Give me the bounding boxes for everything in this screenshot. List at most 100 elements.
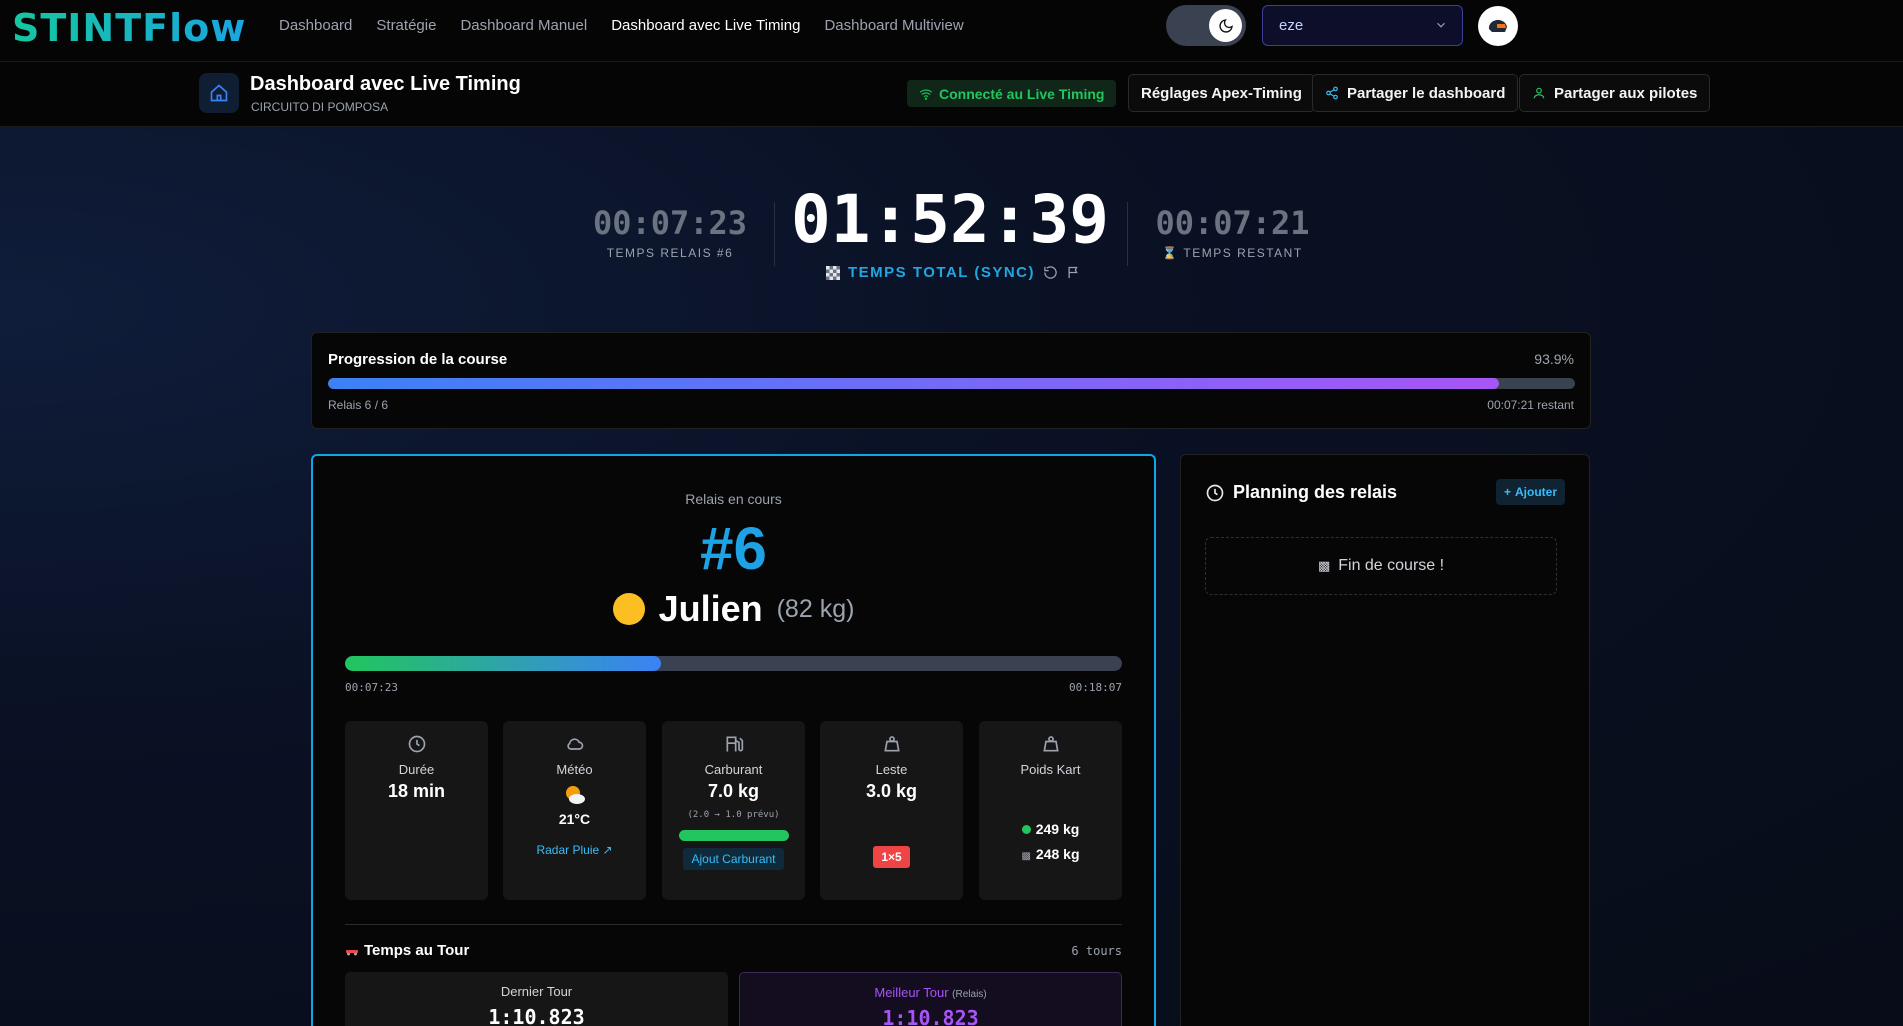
ballast-badge: 1×5: [873, 846, 910, 868]
share-drivers-label: Partager aux pilotes: [1554, 84, 1698, 102]
remaining-time-caption: ⌛ TEMPS RESTANT: [1150, 246, 1315, 260]
nav-link-dashboard-live-timing[interactable]: Dashboard avec Live Timing: [611, 17, 800, 34]
last-lap-value: 1:10.823: [488, 1005, 585, 1026]
share-icon: [1326, 86, 1338, 100]
stint-planned: 00:18:07: [1069, 681, 1122, 694]
remaining-timer: 00:07:21 ⌛ TEMPS RESTANT: [1150, 204, 1315, 260]
helmet-icon: [1488, 19, 1507, 32]
checkered-flag-icon: [826, 265, 840, 280]
race-finished-box: ▩ Fin de course !: [1205, 537, 1557, 595]
current-stint-number: #6: [700, 515, 767, 582]
plus-icon: +: [1503, 485, 1511, 499]
kart-weight-current-value: 249 kg: [1035, 821, 1080, 837]
kart-weight-target-value: 248 kg: [1035, 846, 1080, 862]
fuel-detail: (2.0 → 1.0 prévu): [687, 810, 780, 820]
flag-icon[interactable]: [1066, 265, 1081, 280]
kart-weight-target: ▩ 248 kg: [979, 842, 1122, 869]
total-time-label: TEMPS TOTAL (SYNC): [848, 264, 1036, 281]
driver-color-dot: [612, 593, 645, 625]
section-divider: [345, 924, 1122, 925]
duration-tile: Durée 18 min: [345, 721, 488, 900]
add-fuel-button[interactable]: Ajout Carburant: [683, 848, 784, 870]
fuel-label: Carburant: [704, 762, 763, 777]
race-progress-title: Progression de la course: [328, 351, 508, 368]
total-time-caption: TEMPS TOTAL (SYNC): [826, 264, 1081, 281]
best-lap-suffix: (Relais): [952, 989, 987, 1000]
team-select[interactable]: eze: [1262, 5, 1463, 46]
live-timing-status: Connecté au Live Timing: [907, 80, 1117, 107]
clock-icon: [1206, 484, 1224, 501]
race-progress-bar: [328, 378, 1575, 389]
fuel-pump-icon: [662, 734, 805, 756]
remaining-time-value: 00:07:21: [1155, 204, 1310, 242]
checkered-flag-icon: ▩: [1021, 851, 1031, 862]
race-progress-percent: 93.9%: [1534, 351, 1574, 367]
weather-label: Météo: [556, 762, 593, 777]
lap-times-title: Temps au Tour: [345, 942, 469, 959]
nav-link-dashboard-manuel[interactable]: Dashboard Manuel: [460, 17, 587, 34]
chevron-down-icon: [1434, 18, 1448, 36]
share-dashboard-label: Partager le dashboard: [1347, 84, 1506, 102]
kart-weight-values: 249 kg ▩ 248 kg: [979, 817, 1122, 869]
best-lap-value: 1:10.823: [882, 1006, 979, 1026]
kart-weight-label: Poids Kart: [1020, 762, 1081, 777]
hourglass-icon: ⌛: [1162, 246, 1179, 260]
stint-timer: 00:07:23 TEMPS RELAIS #6: [590, 204, 750, 260]
share-drivers-button[interactable]: Partager aux pilotes: [1519, 74, 1711, 112]
weather-temperature: 21°C: [558, 811, 591, 827]
nav-link-strategie[interactable]: Stratégie: [376, 17, 436, 34]
race-car-icon: [346, 949, 358, 955]
stint-progress-bar: [345, 656, 1122, 671]
duration-label: Durée: [398, 762, 435, 777]
duration-value: 18 min: [387, 781, 446, 801]
live-timing-status-label: Connecté au Live Timing: [939, 85, 1105, 102]
kart-weight-current: 249 kg: [979, 817, 1122, 842]
remaining-time-label: TEMPS RESTANT: [1183, 246, 1303, 260]
weight-icon: [979, 734, 1122, 756]
fuel-tile: Carburant 7.0 kg (2.0 → 1.0 prévu) Ajout…: [662, 721, 805, 900]
race-remaining: 00:07:21 restant: [1487, 398, 1574, 412]
stint-planning-card: Planning des relais + Ajouter ▩ Fin de c…: [1180, 454, 1590, 1026]
ballast-label: Leste: [875, 762, 908, 777]
add-stint-label: Ajouter: [1515, 485, 1557, 499]
stint-planning-title: Planning des relais: [1205, 482, 1397, 503]
driver-name: Julien: [658, 588, 763, 629]
current-stint-card: Relais en cours #6 Julien (82 kg) 00:07:…: [311, 454, 1156, 1026]
weight-icon: [820, 734, 963, 756]
add-stint-button[interactable]: + Ajouter: [1495, 479, 1565, 505]
cloud-icon: [503, 734, 646, 756]
apex-timing-settings-button[interactable]: Réglages Apex-Timing: [1128, 74, 1315, 112]
status-dot-icon: [1021, 825, 1031, 834]
stint-time-value: 00:07:23: [592, 204, 748, 242]
stint-progress-fill: [345, 656, 662, 671]
nav-link-dashboard-multiview[interactable]: Dashboard Multiview: [824, 17, 963, 34]
driver-weight: (82 kg): [776, 594, 855, 623]
home-button[interactable]: [199, 73, 239, 113]
stint-time-label: TEMPS RELAIS #6: [606, 246, 734, 260]
lap-count: 6 tours: [1071, 944, 1122, 958]
timer-divider-left: [774, 202, 775, 266]
last-lap-label: Dernier Tour: [500, 984, 573, 999]
ballast-value: 3.0 kg: [865, 781, 918, 801]
home-icon: [210, 84, 228, 102]
reset-icon[interactable]: [1043, 265, 1058, 280]
lap-times-label: Temps au Tour: [364, 942, 470, 959]
page-title: Dashboard avec Live Timing: [250, 73, 521, 95]
rain-radar-link[interactable]: Radar Pluie ↗: [503, 843, 646, 857]
ballast-tile: Leste 3.0 kg 1×5: [820, 721, 963, 900]
theme-toggle[interactable]: [1166, 5, 1246, 46]
share-dashboard-button[interactable]: Partager le dashboard: [1312, 74, 1519, 112]
user-icon: [1533, 87, 1545, 99]
nav-links: Dashboard Stratégie Dashboard Manuel Das…: [279, 17, 988, 34]
app-logo[interactable]: STINTFlow: [12, 6, 246, 50]
best-lap-box: Meilleur Tour (Relais) 1:10.823: [739, 972, 1122, 1026]
race-progress-fill: [328, 378, 1499, 389]
user-avatar[interactable]: [1478, 6, 1518, 46]
current-stint-label: Relais en cours: [685, 491, 782, 507]
wifi-icon: [919, 88, 933, 100]
nav-link-dashboard[interactable]: Dashboard: [279, 17, 352, 34]
race-progress-card: Progression de la course 93.9% Relais 6 …: [311, 332, 1591, 429]
last-lap-box: Dernier Tour 1:10.823: [345, 972, 728, 1026]
page-header: Dashboard avec Live Timing CIRCUITO DI P…: [0, 62, 1903, 127]
clock-icon: [345, 734, 488, 756]
